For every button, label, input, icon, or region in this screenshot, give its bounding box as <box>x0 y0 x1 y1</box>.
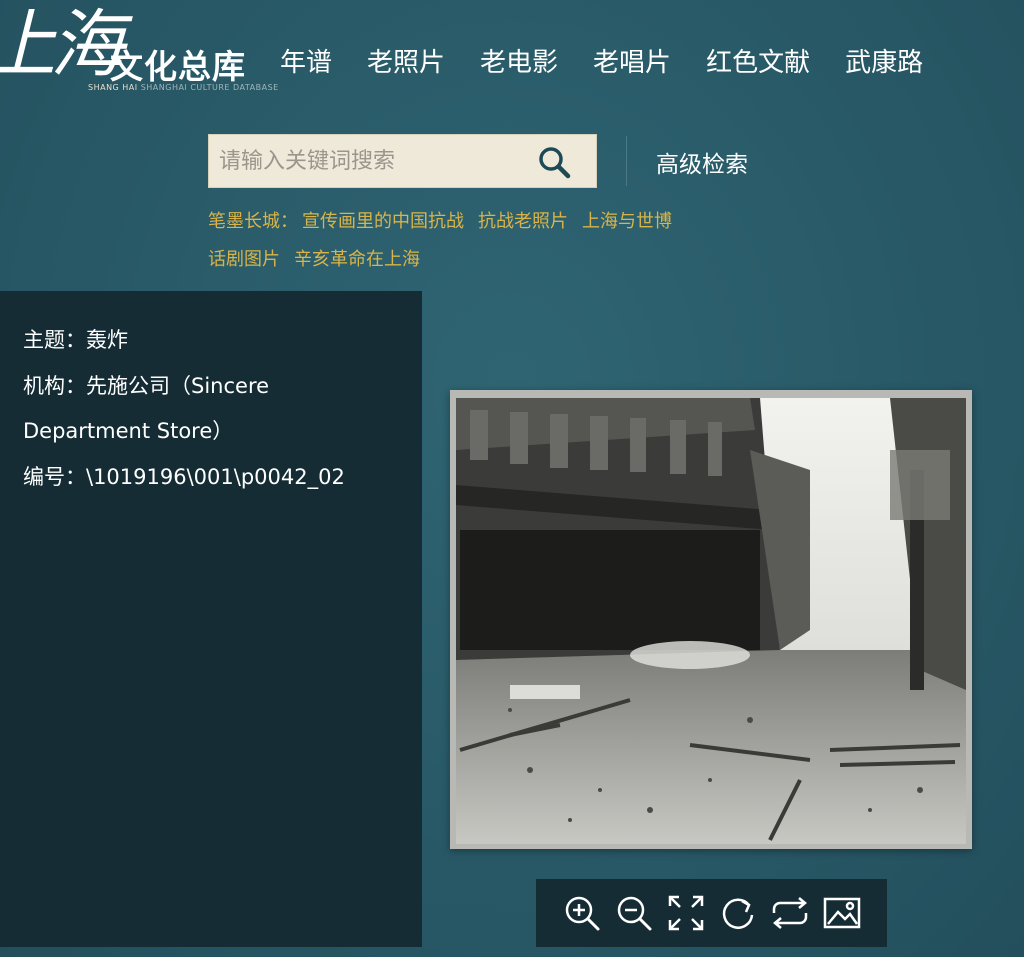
nav-item-old-films[interactable]: 老电影 <box>480 42 558 79</box>
zoom-in-icon <box>565 896 599 931</box>
hot-links-row-1: 笔墨长城： 宣传画里的中国抗战 抗战老照片 上海与世博 <box>208 207 686 233</box>
info-institution-cont: Department Store） <box>23 419 234 443</box>
nav-item-wukang-road[interactable]: 武康路 <box>845 42 923 79</box>
hot-link-label: 笔墨长城： <box>208 211 298 232</box>
hot-link[interactable]: 上海与世博 <box>582 211 672 232</box>
header: 上海 文化总库 SHANG HAI SHANGHAI CULTURE DATAB… <box>0 0 1024 110</box>
fullscreen-icon <box>668 895 703 931</box>
historical-photo <box>456 398 966 844</box>
rotate-button[interactable] <box>712 887 764 939</box>
logo-subtitle: SHANG HAI SHANGHAI CULTURE DATABASE <box>88 83 279 92</box>
nav-item-old-photos[interactable]: 老照片 <box>367 42 445 79</box>
swap-button[interactable] <box>764 887 816 939</box>
rotate-icon <box>722 898 753 929</box>
nav-item-chronicle[interactable]: 年谱 <box>280 42 332 79</box>
info-panel: 主题：轰炸 机构：先施公司（Sincere Department Store） … <box>0 291 422 947</box>
fullscreen-button[interactable] <box>660 887 712 939</box>
hot-link[interactable]: 话剧图片 <box>208 249 280 270</box>
main-nav: 年谱 老照片 老电影 老唱片 红色文献 武康路 <box>280 42 923 79</box>
zoom-out-icon <box>617 896 651 931</box>
search-button[interactable] <box>536 144 572 180</box>
hot-link[interactable]: 辛亥革命在上海 <box>294 249 420 270</box>
viewer-toolbar <box>536 879 887 947</box>
logo-sub-text: SHANG HAI <box>88 83 138 92</box>
logo-title[interactable]: 文化总库 <box>110 40 246 88</box>
logo-calligraphy[interactable]: 上海 <box>0 0 124 90</box>
search-input[interactable] <box>209 135 529 187</box>
logo-sub-faded: SHANGHAI CULTURE DATABASE <box>140 83 279 92</box>
hot-link[interactable]: 宣传画里的中国抗战 <box>302 211 464 232</box>
original-image-button[interactable] <box>816 887 868 939</box>
nav-item-red-documents[interactable]: 红色文献 <box>706 42 810 79</box>
search-divider <box>626 136 627 186</box>
nav-item-old-records[interactable]: 老唱片 <box>593 42 671 79</box>
zoom-in-button[interactable] <box>556 887 608 939</box>
photo-viewer[interactable] <box>450 390 972 849</box>
swap-icon <box>772 897 807 929</box>
info-institution: 机构：先施公司（Sincere <box>23 374 270 398</box>
hot-links-row-2: 话剧图片 辛亥革命在上海 <box>208 245 434 271</box>
image-icon <box>823 897 860 929</box>
search-icon <box>539 147 571 179</box>
info-subject: 主题：轰炸 <box>23 328 128 352</box>
info-number: 编号：\1019196\001\p0042_02 <box>23 465 345 489</box>
zoom-out-button[interactable] <box>608 887 660 939</box>
hot-link[interactable]: 抗战老照片 <box>478 211 568 232</box>
search-box <box>208 134 597 188</box>
advanced-search-link[interactable]: 高级检索 <box>656 145 748 179</box>
